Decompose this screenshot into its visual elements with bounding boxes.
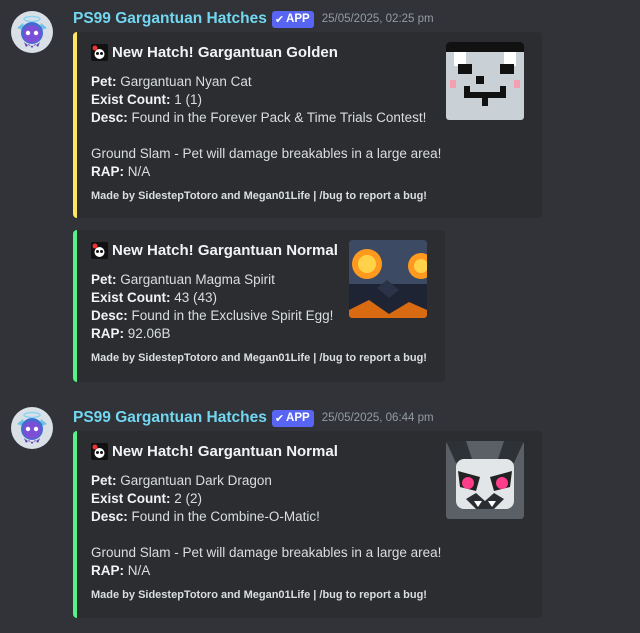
- app-badge: ✔ APP: [271, 409, 314, 427]
- pet-field: Pet: Gargantuan Nyan Cat: [91, 74, 252, 89]
- panda-icon: [91, 443, 108, 460]
- ability-text: Ground Slam - Pet will damage breakables…: [91, 146, 442, 161]
- desc-value: Found in the Combine-O-Matic!: [131, 509, 320, 524]
- pet-label: Pet:: [91, 272, 117, 287]
- embed-card: New Hatch! Gargantuan Normal Pet: Gargan…: [73, 431, 542, 618]
- author-name[interactable]: PS99 Gargantuan Hatches: [73, 409, 267, 427]
- desc-label: Desc:: [91, 509, 128, 524]
- ability-text: Ground Slam - Pet will damage breakables…: [91, 545, 442, 560]
- exist-count-value: 2 (2): [174, 491, 203, 506]
- desc-label: Desc:: [91, 110, 128, 125]
- exist-count-label: Exist Count:: [91, 92, 171, 107]
- embed-footer: Made by SidestepTotoro and Megan01Life |…: [91, 589, 427, 601]
- embed-title-text: New Hatch! Gargantuan Normal: [112, 242, 338, 259]
- panda-icon: [91, 242, 108, 259]
- pet-label: Pet:: [91, 473, 117, 488]
- desc-field: Desc: Found in the Forever Pack & Time T…: [91, 110, 426, 125]
- rap-field: RAP: 92.06B: [91, 326, 171, 341]
- bot-avatar[interactable]: [11, 11, 53, 53]
- rap-value: N/A: [127, 563, 151, 578]
- dark-dragon-pet-thumbnail[interactable]: [446, 441, 524, 519]
- embed-title-text: New Hatch! Gargantuan Golden: [112, 44, 338, 61]
- desc-value: Found in the Exclusive Spirit Egg!: [131, 308, 334, 323]
- message-header: PS99 Gargantuan Hatches ✔ APP 25/05/2025,…: [73, 9, 434, 29]
- magma-spirit-pet-thumbnail[interactable]: [349, 240, 427, 318]
- exist-count-field: Exist Count: 2 (2): [91, 491, 202, 506]
- pet-field: Pet: Gargantuan Dark Dragon: [91, 473, 272, 488]
- exist-count-value: 43 (43): [174, 290, 218, 305]
- embed-footer: Made by SidestepTotoro and Megan01Life |…: [91, 190, 427, 202]
- check-icon: ✔: [274, 412, 285, 425]
- rap-field: RAP: N/A: [91, 164, 150, 179]
- rap-field: RAP: N/A: [91, 563, 150, 578]
- rap-value: 92.06B: [127, 326, 171, 341]
- embed-title: New Hatch! Gargantuan Normal: [91, 242, 338, 259]
- panda-icon: [91, 44, 108, 61]
- embed-title: New Hatch! Gargantuan Golden: [91, 44, 338, 61]
- rap-label: RAP:: [91, 164, 124, 179]
- check-icon: ✔: [274, 13, 285, 26]
- bot-avatar[interactable]: [11, 407, 53, 449]
- pet-value: Gargantuan Dark Dragon: [120, 473, 272, 488]
- desc-field: Desc: Found in the Combine-O-Matic!: [91, 509, 320, 524]
- embed-title: New Hatch! Gargantuan Normal: [91, 443, 338, 460]
- embed-title-text: New Hatch! Gargantuan Normal: [112, 443, 338, 460]
- rap-label: RAP:: [91, 563, 124, 578]
- timestamp[interactable]: 25/05/2025, 06:44 pm: [322, 412, 434, 424]
- embed-card: New Hatch! Gargantuan Normal Pet: Gargan…: [73, 230, 445, 382]
- app-badge: ✔ APP: [271, 10, 314, 28]
- rap-value: N/A: [127, 164, 151, 179]
- embed-footer: Made by SidestepTotoro and Megan01Life |…: [91, 352, 427, 364]
- exist-count-value: 1 (1): [174, 92, 203, 107]
- pet-label: Pet:: [91, 74, 117, 89]
- message-header: PS99 Gargantuan Hatches ✔ APP 25/05/2025,…: [73, 408, 434, 428]
- nyan-cat-pet-thumbnail[interactable]: [446, 42, 524, 120]
- exist-count-label: Exist Count:: [91, 290, 171, 305]
- author-name[interactable]: PS99 Gargantuan Hatches: [73, 10, 267, 28]
- exist-count-label: Exist Count:: [91, 491, 171, 506]
- exist-count-field: Exist Count: 43 (43): [91, 290, 217, 305]
- rap-label: RAP:: [91, 326, 124, 341]
- desc-field: Desc: Found in the Exclusive Spirit Egg!: [91, 308, 333, 323]
- exist-count-field: Exist Count: 1 (1): [91, 92, 202, 107]
- timestamp[interactable]: 25/05/2025, 02:25 pm: [322, 13, 434, 25]
- embed-card: New Hatch! Gargantuan Golden Pet: Gargan…: [73, 32, 542, 218]
- app-badge-label: APP: [286, 13, 310, 25]
- app-badge-label: APP: [286, 412, 310, 424]
- pet-field: Pet: Gargantuan Magma Spirit: [91, 272, 275, 287]
- desc-label: Desc:: [91, 308, 128, 323]
- pet-value: Gargantuan Nyan Cat: [120, 74, 252, 89]
- desc-value: Found in the Forever Pack & Time Trials …: [131, 110, 427, 125]
- pet-value: Gargantuan Magma Spirit: [120, 272, 275, 287]
